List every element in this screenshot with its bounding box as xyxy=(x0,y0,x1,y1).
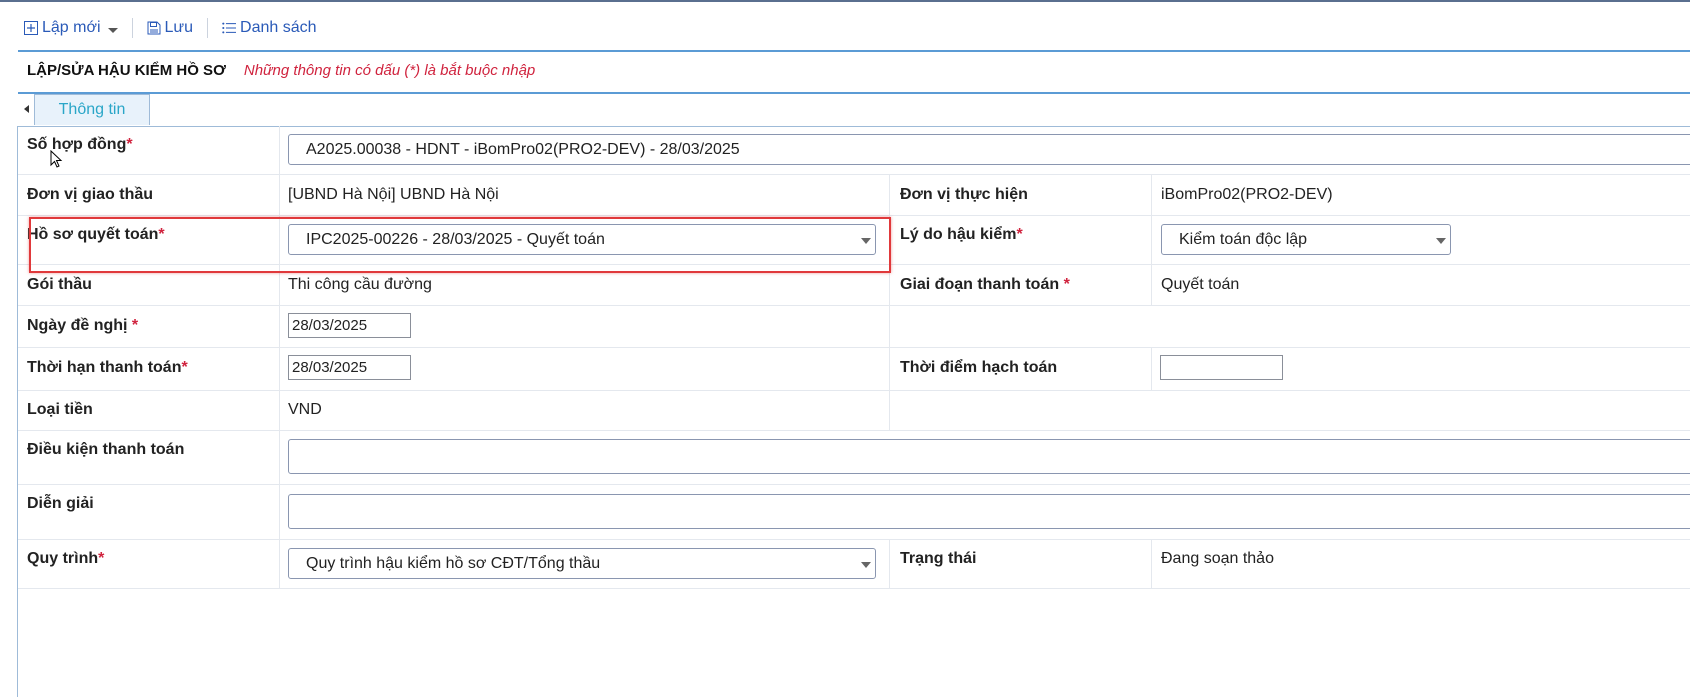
column-divider xyxy=(279,539,280,588)
payment-deadline-label: Thời hạn thanh toán* xyxy=(27,359,188,377)
label-text: Quy trình xyxy=(27,550,99,567)
tab-scroll-left-button[interactable] xyxy=(18,94,34,124)
label-text: Số hợp đồng xyxy=(27,136,127,153)
input-value: 28/03/2025 xyxy=(292,359,368,376)
save-button-label: Lưu xyxy=(164,19,194,36)
column-divider xyxy=(279,347,280,390)
payment-deadline-input[interactable]: 28/03/2025 xyxy=(288,355,411,380)
new-button[interactable]: Lập mới xyxy=(18,19,126,37)
select-value: A2025.00038 - HDNT - iBomPro02(PRO2-DEV)… xyxy=(306,140,740,158)
form-row-description: Diễn giải xyxy=(18,484,1690,540)
column-divider xyxy=(1151,264,1152,305)
toolbar-divider xyxy=(131,18,133,38)
list-button-label: Danh sách xyxy=(240,19,317,36)
form-row-units: Đơn vị giao thầu [UBND Hà Nội] UBND Hà N… xyxy=(18,174,1690,216)
column-divider xyxy=(279,126,280,174)
payment-stage-label: Giai đoạn thanh toán * xyxy=(900,276,1070,294)
page-title: LẬP/SỬA HẬU KIỂM HỒ SƠ xyxy=(27,62,226,79)
column-divider xyxy=(279,174,280,215)
tab-info[interactable]: Thông tin xyxy=(34,94,150,125)
select-value: Quy trình hậu kiểm hồ sơ CĐT/Tổng thầu xyxy=(306,554,601,572)
top-border xyxy=(0,0,1690,2)
payment-stage-value: Quyết toán xyxy=(1161,276,1240,293)
payment-terms-label: Điều kiện thanh toán xyxy=(27,441,185,458)
column-divider xyxy=(1151,174,1152,215)
dropdown-arrow-icon xyxy=(1436,237,1446,244)
save-button[interactable]: Lưu xyxy=(139,19,202,37)
contract-number-label: Số hợp đồng* xyxy=(27,136,133,154)
dropdown-arrow-icon xyxy=(861,561,871,568)
status-value: Đang soạn thảo xyxy=(1161,550,1274,567)
select-value: Kiểm toán độc lập xyxy=(1179,230,1308,248)
required-marker: * xyxy=(131,317,139,334)
column-divider xyxy=(1151,215,1152,264)
accounting-time-input[interactable] xyxy=(1160,355,1283,380)
header-divider xyxy=(18,50,1690,52)
currency-label: Loại tiền xyxy=(27,401,93,418)
required-marker: * xyxy=(126,136,133,153)
executing-unit-value: iBomPro02(PRO2-DEV) xyxy=(1161,186,1333,203)
column-divider xyxy=(889,174,890,215)
form-row-payment-terms: Điều kiện thanh toán xyxy=(18,430,1690,485)
toolbar-divider xyxy=(207,18,209,38)
mouse-cursor-icon xyxy=(50,150,63,168)
chevron-down-icon xyxy=(107,27,118,33)
column-divider xyxy=(1151,347,1152,390)
package-value: Thi công cầu đường xyxy=(288,276,432,293)
form-row-contract: Số hợp đồng* A2025.00038 - HDNT - iBomPr… xyxy=(18,126,1690,175)
input-value: 28/03/2025 xyxy=(292,317,368,334)
column-divider xyxy=(889,347,890,390)
column-divider xyxy=(1151,539,1152,588)
required-marker: * xyxy=(98,550,105,567)
status-label: Trạng thái xyxy=(900,550,977,567)
form-row-workflow: Quy trình* Quy trình hậu kiểm hồ sơ CĐT/… xyxy=(18,539,1690,589)
form-row-currency: Loại tiền VND xyxy=(18,390,1690,431)
label-text: Ngày đề nghị xyxy=(27,317,128,334)
page-header: LẬP/SỬA HẬU KIỂM HỒ SƠ Những thông tin c… xyxy=(27,62,535,79)
label-text: Thời hạn thanh toán xyxy=(27,359,182,376)
save-icon xyxy=(147,21,161,35)
description-label: Diễn giải xyxy=(27,495,94,512)
tendering-unit-label: Đơn vị giao thầu xyxy=(27,186,154,203)
chevron-left-icon xyxy=(23,105,29,113)
label-text: Lý do hậu kiểm xyxy=(900,226,1017,243)
toolbar: Lập mới Lưu Danh sách xyxy=(18,12,325,44)
column-divider xyxy=(889,305,890,347)
required-marker: * xyxy=(181,359,188,376)
accounting-time-label: Thời điểm hạch toán xyxy=(900,359,1058,376)
highlight-box xyxy=(29,217,891,273)
executing-unit-label: Đơn vị thực hiện xyxy=(900,186,1028,203)
required-marker: * xyxy=(1063,276,1070,293)
currency-value: VND xyxy=(288,401,322,418)
form-row-request-date: Ngày đề nghị * 28/03/2025 xyxy=(18,305,1690,348)
tab-bar: Thông tin xyxy=(18,94,1690,127)
list-button[interactable]: Danh sách xyxy=(214,19,325,37)
column-divider xyxy=(279,484,280,539)
column-divider xyxy=(279,430,280,484)
request-date-input[interactable]: 28/03/2025 xyxy=(288,313,411,338)
tendering-unit-value: [UBND Hà Nội] UBND Hà Nội xyxy=(288,186,499,203)
payment-terms-textarea[interactable] xyxy=(288,439,1690,474)
column-divider xyxy=(279,390,280,430)
workflow-label: Quy trình* xyxy=(27,550,104,568)
contract-number-select[interactable]: A2025.00038 - HDNT - iBomPro02(PRO2-DEV)… xyxy=(288,134,1690,165)
audit-reason-select[interactable]: Kiểm toán độc lập xyxy=(1161,224,1451,255)
column-divider xyxy=(279,305,280,347)
package-label: Gói thầu xyxy=(27,276,92,293)
column-divider xyxy=(889,390,890,430)
list-icon xyxy=(222,22,237,34)
required-marker: * xyxy=(1016,226,1023,243)
form-row-payment-deadline: Thời hạn thanh toán* 28/03/2025 Thời điể… xyxy=(18,347,1690,391)
label-text: Giai đoạn thanh toán xyxy=(900,276,1060,293)
request-date-label: Ngày đề nghị * xyxy=(27,317,138,335)
plus-square-icon xyxy=(24,21,38,35)
column-divider xyxy=(889,539,890,588)
new-button-label: Lập mới xyxy=(42,19,101,36)
workflow-select[interactable]: Quy trình hậu kiểm hồ sơ CĐT/Tổng thầu xyxy=(288,548,876,579)
required-note: Những thông tin có dấu (*) là bắt buộc n… xyxy=(243,62,536,79)
description-textarea[interactable] xyxy=(288,494,1690,529)
audit-reason-label: Lý do hậu kiểm* xyxy=(900,226,1023,244)
